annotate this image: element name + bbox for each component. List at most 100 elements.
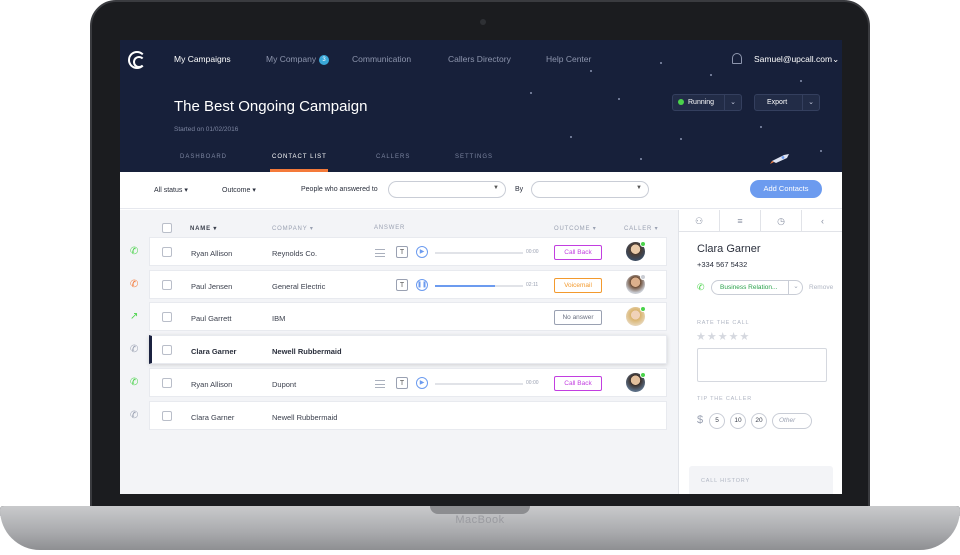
contact-name: Clara Garner (191, 413, 235, 422)
pause-icon[interactable]: ❚❚ (416, 279, 428, 291)
chevron-left-icon[interactable]: ‹ (802, 210, 842, 232)
online-status-dot (640, 241, 646, 247)
text-icon[interactable]: T (396, 377, 408, 389)
tip-option-5[interactable]: 5 (709, 413, 725, 429)
contact-name-title: Clara Garner (697, 243, 761, 255)
nav-my-company-label: My Company (266, 54, 317, 64)
nav-my-company[interactable]: My Company 3 (266, 54, 330, 65)
contact-name: Ryan Allison (191, 249, 233, 258)
camera-dot (480, 19, 486, 25)
audio-duration: 00:00 (526, 249, 539, 255)
contact-detail-panel: ⚇ ≡ ◷ ‹ Clara Garner +334 567 5432 ✆ Bus… (678, 210, 842, 494)
answered-to-select[interactable]: ▼ (388, 181, 506, 198)
audio-track[interactable] (435, 383, 523, 385)
tab-settings[interactable]: SETTINGS (455, 154, 493, 160)
transcript-icon[interactable] (375, 249, 385, 257)
status-label: Running (688, 99, 715, 106)
nav-callers-directory[interactable]: Callers Directory (448, 54, 511, 64)
column-header-caller[interactable]: CALLER ▾ (624, 225, 658, 232)
outcome-filter[interactable]: Outcome ▾ (222, 186, 256, 194)
outcome-badge[interactable]: Voicemail (554, 278, 602, 293)
text-icon[interactable]: T (396, 279, 408, 291)
contact-company: General Electric (272, 282, 326, 291)
chevron-down-icon: ⌄ (724, 95, 741, 110)
campaign-start-date: Started on 01/02/2016 (174, 126, 239, 133)
table-row-selected[interactable]: Clara Garner Newell Rubbermaid (149, 335, 667, 364)
tab-dashboard[interactable]: DASHBOARD (180, 154, 227, 160)
contact-name: Clara Garner (191, 347, 237, 356)
tip-option-10[interactable]: 10 (730, 413, 746, 429)
table-row[interactable]: Ryan Allison Reynolds Co. T ▶ 00:00 Call… (149, 237, 667, 266)
outcome-badge[interactable]: No answer (554, 310, 602, 325)
bell-icon[interactable] (732, 53, 742, 64)
upcall-logo-icon[interactable] (128, 51, 146, 69)
audio-duration: 00:00 (526, 380, 539, 386)
remove-link[interactable]: Remove (809, 284, 833, 291)
call-history-section: CALL HISTORY (689, 466, 833, 494)
transcript-icon[interactable] (375, 380, 385, 388)
phone-icon[interactable]: ✆ (130, 377, 141, 388)
nav-my-campaigns[interactable]: My Campaigns (174, 54, 231, 64)
chevron-down-icon: ⌄ (802, 95, 819, 110)
rating-stars[interactable]: ★★★★★ (696, 330, 750, 343)
column-header-company[interactable]: COMPANY ▾ (272, 225, 314, 232)
table-row[interactable]: Clara Garner Newell Rubbermaid (149, 401, 667, 430)
all-status-filter[interactable]: All status ▾ (154, 186, 188, 194)
phone-callback-icon[interactable]: ↗ (130, 311, 141, 322)
column-header-name[interactable]: NAME ▾ (190, 225, 217, 232)
phone-icon[interactable]: ✆ (130, 410, 141, 421)
phone-icon[interactable]: ✆ (130, 246, 141, 257)
phone-icon[interactable]: ✆ (130, 279, 141, 290)
name-header-label: NAME (190, 226, 211, 232)
nav-help-center[interactable]: Help Center (546, 54, 591, 64)
contact-company: IBM (272, 314, 286, 323)
contact-name: Ryan Allison (191, 380, 233, 389)
row-checkbox[interactable] (162, 345, 172, 355)
notes-icon[interactable]: ≡ (720, 210, 761, 232)
by-select[interactable]: ▼ (531, 181, 649, 198)
dollar-sign: $ (697, 414, 704, 426)
tip-option-20[interactable]: 20 (751, 413, 767, 429)
tab-contact-list[interactable]: CONTACT LIST (272, 154, 327, 160)
tip-caller-label: TIP THE CALLER (697, 396, 753, 402)
audio-track[interactable] (435, 285, 523, 287)
rocket-icon (770, 154, 789, 164)
call-feedback-textarea[interactable] (697, 348, 827, 382)
user-email: Samuel@upcall.com (754, 54, 833, 64)
row-checkbox[interactable] (162, 280, 172, 290)
outcome-badge[interactable]: Call Back (554, 376, 602, 391)
contact-phone: +334 567 5432 (697, 260, 748, 269)
table-row[interactable]: Paul Garrett IBM No answer (149, 302, 667, 331)
contact-name: Paul Garrett (191, 314, 232, 323)
relation-select[interactable]: Business Relation... ⌄ (711, 280, 803, 295)
user-menu[interactable]: Samuel@upcall.com⌄ (754, 54, 839, 65)
column-header-outcome[interactable]: OUTCOME ▾ (554, 225, 597, 232)
phone-icon[interactable]: ✆ (130, 344, 141, 355)
table-row[interactable]: Paul Jensen General Electric T ❚❚ 02:11 … (149, 270, 667, 299)
status-dropdown[interactable]: Running ⌄ (672, 94, 742, 111)
select-all-checkbox[interactable] (162, 223, 172, 233)
add-contacts-button[interactable]: Add Contacts (750, 180, 822, 198)
play-icon[interactable]: ▶ (416, 377, 428, 389)
nav-communication[interactable]: Communication (352, 54, 411, 64)
person-icon[interactable]: ⚇ (679, 210, 720, 232)
table-row[interactable]: Ryan Allison Dupont T ▶ 00:00 Call Back (149, 368, 667, 397)
online-status-dot (640, 372, 646, 378)
tip-other-input[interactable]: Other (772, 413, 812, 429)
row-checkbox[interactable] (162, 312, 172, 322)
row-checkbox[interactable] (162, 378, 172, 388)
row-checkbox[interactable] (162, 247, 172, 257)
export-button[interactable]: Export ⌄ (754, 94, 820, 111)
play-icon[interactable]: ▶ (416, 246, 428, 258)
audio-track[interactable] (435, 252, 523, 254)
caller-header-label: CALLER (624, 226, 653, 232)
clock-icon[interactable]: ◷ (761, 210, 802, 232)
tab-callers[interactable]: CALLERS (376, 154, 410, 160)
row-checkbox[interactable] (162, 411, 172, 421)
text-icon[interactable]: T (396, 246, 408, 258)
contact-company: Reynolds Co. (272, 249, 318, 258)
chevron-down-icon: ▼ (636, 185, 642, 191)
chevron-down-icon: ⌄ (832, 54, 840, 64)
company-count-badge: 3 (319, 55, 330, 65)
outcome-badge[interactable]: Call Back (554, 245, 602, 260)
